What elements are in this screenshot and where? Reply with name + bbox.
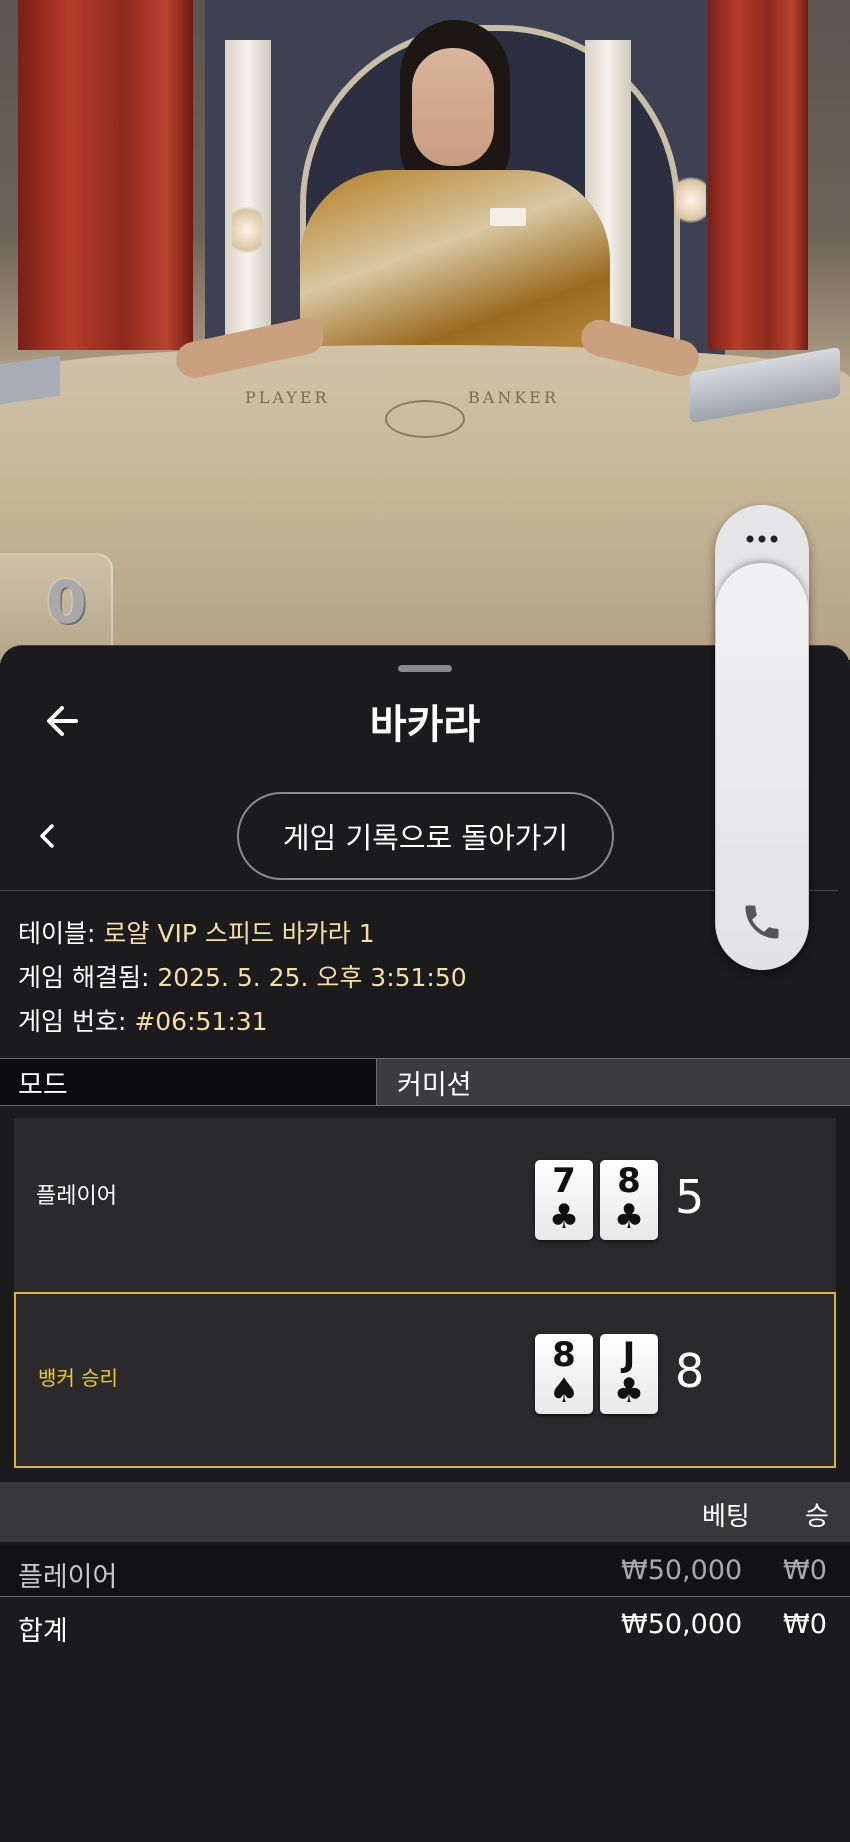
sheet-drag-handle[interactable] — [398, 665, 452, 672]
total-bet-amount: ₩50,000 — [621, 1609, 743, 1640]
tab-bar: 모드 커미션 — [0, 1058, 850, 1106]
dealer-body — [300, 170, 610, 370]
playing-card: 8 ♣ — [600, 1160, 658, 1240]
card-rank: 8 — [617, 1161, 641, 1201]
game-number-label: 게임 번호: — [18, 1007, 127, 1036]
club-suit-icon: ♣ — [548, 1197, 580, 1237]
game-number-info: 게임 번호: #06:51:31 — [18, 1002, 268, 1038]
total-label: 합계 — [18, 1616, 68, 1647]
card-rank: J — [622, 1335, 636, 1375]
phone-icon[interactable] — [740, 900, 784, 944]
curtain-right — [708, 0, 808, 350]
back-to-history-button[interactable]: 게임 기록으로 돌아가기 — [237, 792, 614, 880]
bet-column-header: 베팅 — [702, 1502, 750, 1532]
bet-amount: ₩50,000 — [621, 1555, 743, 1586]
table-value: 로얄 VIP 스피드 바카라 1 — [103, 919, 375, 948]
tab-commission[interactable]: 커미션 — [377, 1059, 850, 1105]
playing-card: J ♣ — [600, 1334, 658, 1414]
game-number-value: #06:51:31 — [134, 1007, 268, 1036]
banker-hand-total: 8 — [675, 1344, 705, 1398]
wall-light — [676, 170, 706, 230]
more-dots-icon[interactable] — [742, 530, 782, 543]
dealer-face — [412, 48, 494, 166]
bet-type-label: 플레이어 — [18, 1562, 118, 1593]
playing-card: 7 ♣ — [535, 1160, 593, 1240]
score-number: 0 — [46, 568, 87, 636]
win-column-header: 승 — [805, 1502, 829, 1532]
pillar-left — [225, 40, 271, 350]
card-rank: 8 — [552, 1335, 576, 1375]
table-row: 플레이어 ₩50,000 ₩0 — [0, 1545, 850, 1597]
card-shoe — [0, 355, 60, 405]
curtain-left — [18, 0, 193, 350]
felt-logo — [385, 400, 465, 438]
card-rank: 7 — [552, 1161, 576, 1201]
club-suit-icon: ♣ — [613, 1371, 645, 1411]
table-label: 테이블: — [18, 919, 96, 948]
bets-table-header: 베팅 승 — [0, 1482, 850, 1542]
spade-suit-icon: ♠ — [548, 1371, 580, 1411]
player-hand-label: 플레이어 — [36, 1184, 117, 1209]
resolved-info: 게임 해결됨: 2025. 5. 25. 오후 3:51:50 — [18, 958, 467, 994]
table-info: 테이블: 로얄 VIP 스피드 바카라 1 — [18, 914, 375, 950]
club-suit-icon: ♣ — [613, 1197, 645, 1237]
banker-win-label: 뱅커 승리 — [38, 1366, 118, 1390]
player-hand-total: 5 — [675, 1170, 705, 1224]
resolved-value: 2025. 5. 25. 오후 3:51:50 — [157, 963, 467, 992]
player-hand-row: 플레이어 7 ♣ 8 ♣ 5 — [14, 1118, 836, 1288]
resolved-label: 게임 해결됨: — [18, 963, 150, 992]
divider — [0, 890, 838, 891]
felt-banker-text: BANKER — [468, 388, 559, 407]
total-row: 합계 ₩50,000 ₩0 — [0, 1599, 850, 1651]
felt-player-text: PLAYER — [245, 388, 330, 407]
banker-hand-row: 뱅커 승리 8 ♠ J ♣ 8 — [14, 1292, 836, 1468]
chevron-left-icon[interactable] — [30, 818, 66, 854]
wall-light — [232, 200, 262, 260]
playing-card: 8 ♠ — [535, 1334, 593, 1414]
win-amount: ₩0 — [783, 1555, 827, 1586]
tab-mode[interactable]: 모드 — [0, 1059, 377, 1105]
dealer-name-badge — [490, 208, 526, 226]
total-win-amount: ₩0 — [783, 1609, 827, 1640]
